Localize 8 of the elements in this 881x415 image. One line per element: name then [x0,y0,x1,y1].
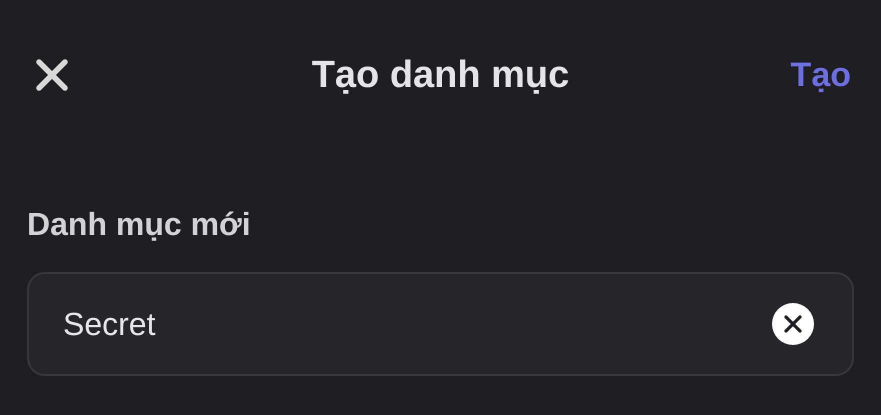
clear-button[interactable] [772,303,814,345]
close-icon [35,58,69,92]
close-icon [784,315,802,333]
input-field[interactable]: Secret [27,272,854,376]
text-input[interactable]: Secret [63,300,772,348]
dialog-title: Tạo danh mục [312,52,570,98]
create-button[interactable]: Tạo [790,50,851,100]
field-label: Danh mục mới [27,205,252,244]
